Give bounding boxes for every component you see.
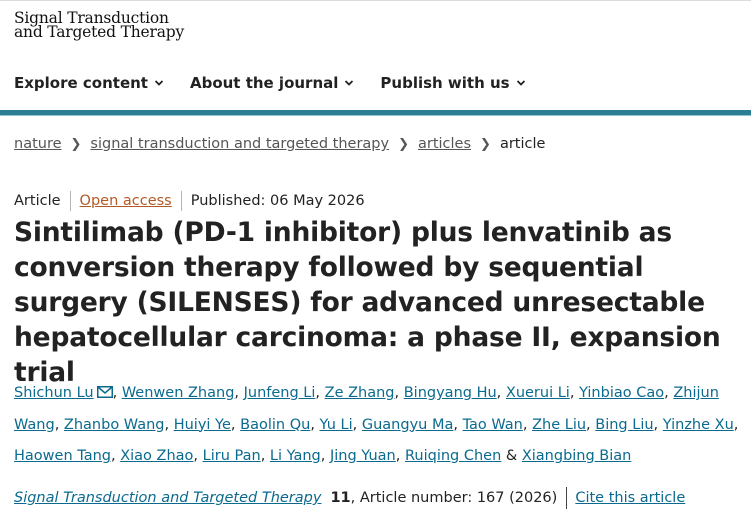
nav-explore-label: Explore content <box>14 74 148 92</box>
chevron-down-icon <box>154 80 164 86</box>
author-link[interactable]: Yu Li <box>320 417 353 433</box>
author-link[interactable]: Yinzhe Xu <box>663 417 734 433</box>
author-separator: , <box>394 385 404 401</box>
author-link[interactable]: Xuerui Li <box>506 385 570 401</box>
author-separator: , <box>112 385 122 401</box>
volume-number: 11 <box>330 490 351 506</box>
chevron-right-icon: ❯ <box>398 136 409 152</box>
author-joiner: & <box>501 448 522 464</box>
chevron-right-icon: ❯ <box>480 136 491 152</box>
article-type: Article <box>14 193 61 209</box>
citation-line: Signal Transduction and Targeted Therapy… <box>14 487 685 509</box>
top-border <box>0 0 751 1</box>
journal-logo[interactable]: Signal Transduction and Targeted Therapy <box>14 10 185 41</box>
nav-about-label: About the journal <box>189 74 339 92</box>
author-link[interactable]: Bingyang Hu <box>404 385 497 401</box>
breadcrumb-current: article <box>499 136 546 152</box>
author-separator: , <box>193 448 203 464</box>
breadcrumb-journal[interactable]: signal transduction and targeted therapy <box>90 136 389 152</box>
open-access-link[interactable]: Open access <box>80 193 172 209</box>
nav-explore-content[interactable]: Explore content <box>14 72 164 94</box>
meta-divider <box>180 191 182 211</box>
author-link[interactable]: Ze Zhang <box>325 385 395 401</box>
author-separator: , <box>54 416 64 433</box>
author-link[interactable]: Guangyu Ma <box>362 417 453 433</box>
author-list: Shichun Lu, Wenwen Zhang, Junfeng Li, Ze… <box>14 378 744 473</box>
author-link[interactable]: Ruiqing Chen <box>405 448 501 464</box>
author-separator: , <box>586 416 596 433</box>
author-separator: , <box>164 416 174 433</box>
author-link[interactable]: Jing Yuan <box>330 448 396 464</box>
breadcrumb: nature ❯ signal transduction and targete… <box>14 136 545 152</box>
author-separator: , <box>234 385 244 401</box>
author-link[interactable]: Xiangbing Bian <box>522 448 632 464</box>
author-separator: , <box>230 416 241 433</box>
author-link[interactable]: Bing Liu <box>595 417 653 433</box>
author-separator: , <box>733 416 739 433</box>
author-link[interactable]: Zhe Liu <box>532 417 586 433</box>
nav-accent-line <box>0 115 751 116</box>
author-separator: , <box>453 416 463 433</box>
author-link[interactable]: Xiao Zhao <box>120 448 193 464</box>
author-link[interactable]: Baolin Qu <box>240 417 310 433</box>
author-separator: , <box>110 448 121 464</box>
author-separator: , <box>315 385 325 401</box>
breadcrumb-nature[interactable]: nature <box>14 136 62 152</box>
author-link[interactable]: Zhanbo Wang <box>64 417 165 433</box>
published-date: Published: 06 May 2026 <box>190 193 365 209</box>
author-link[interactable]: Wenwen Zhang <box>122 385 235 401</box>
main-nav: Explore content About the journal Publis… <box>14 72 552 94</box>
article-title: Sintilimab (PD-1 inhibitor) plus lenvati… <box>14 217 721 388</box>
author-link[interactable]: Haowen Tang <box>14 448 111 464</box>
article-meta: Article Open access Published: 06 May 20… <box>14 191 365 211</box>
chevron-down-icon <box>516 80 525 86</box>
journal-name-link[interactable]: Signal Transduction and Targeted Therapy <box>14 490 321 506</box>
mail-icon[interactable] <box>96 386 113 398</box>
author-separator: , <box>569 385 580 401</box>
author-separator: , <box>496 385 506 401</box>
author-link[interactable]: Liru Pan <box>203 448 261 464</box>
author-link[interactable]: Junfeng Li <box>244 385 316 401</box>
chevron-down-icon <box>345 80 354 86</box>
author-separator: , <box>522 416 533 433</box>
logo-line-2: and Targeted Therapy <box>14 23 185 41</box>
author-separator: , <box>320 448 330 464</box>
author-link[interactable]: Yinbiao Cao <box>579 385 664 401</box>
nav-about-journal[interactable]: About the journal <box>190 72 354 94</box>
breadcrumb-articles[interactable]: articles <box>418 136 471 152</box>
author-link[interactable]: Huiyi Ye <box>174 417 231 433</box>
author-link[interactable]: Li Yang <box>270 448 321 464</box>
author-separator: , <box>653 416 663 433</box>
author-separator: , <box>664 385 674 401</box>
author-separator: , <box>395 448 405 464</box>
author-separator: , <box>310 416 320 433</box>
author-link[interactable]: Shichun Lu <box>14 385 94 401</box>
nav-publish-with-us[interactable]: Publish with us <box>380 72 525 94</box>
meta-divider <box>69 191 71 211</box>
cite-this-article-link[interactable]: Cite this article <box>575 490 685 506</box>
citation-divider <box>566 487 568 509</box>
nav-publish-label: Publish with us <box>380 74 510 92</box>
chevron-right-icon: ❯ <box>70 136 82 152</box>
author-link[interactable]: Tao Wan <box>463 417 523 433</box>
author-separator: , <box>352 416 362 433</box>
article-number: , Article number: 167 (2026) <box>350 490 558 506</box>
author-separator: , <box>260 448 270 464</box>
